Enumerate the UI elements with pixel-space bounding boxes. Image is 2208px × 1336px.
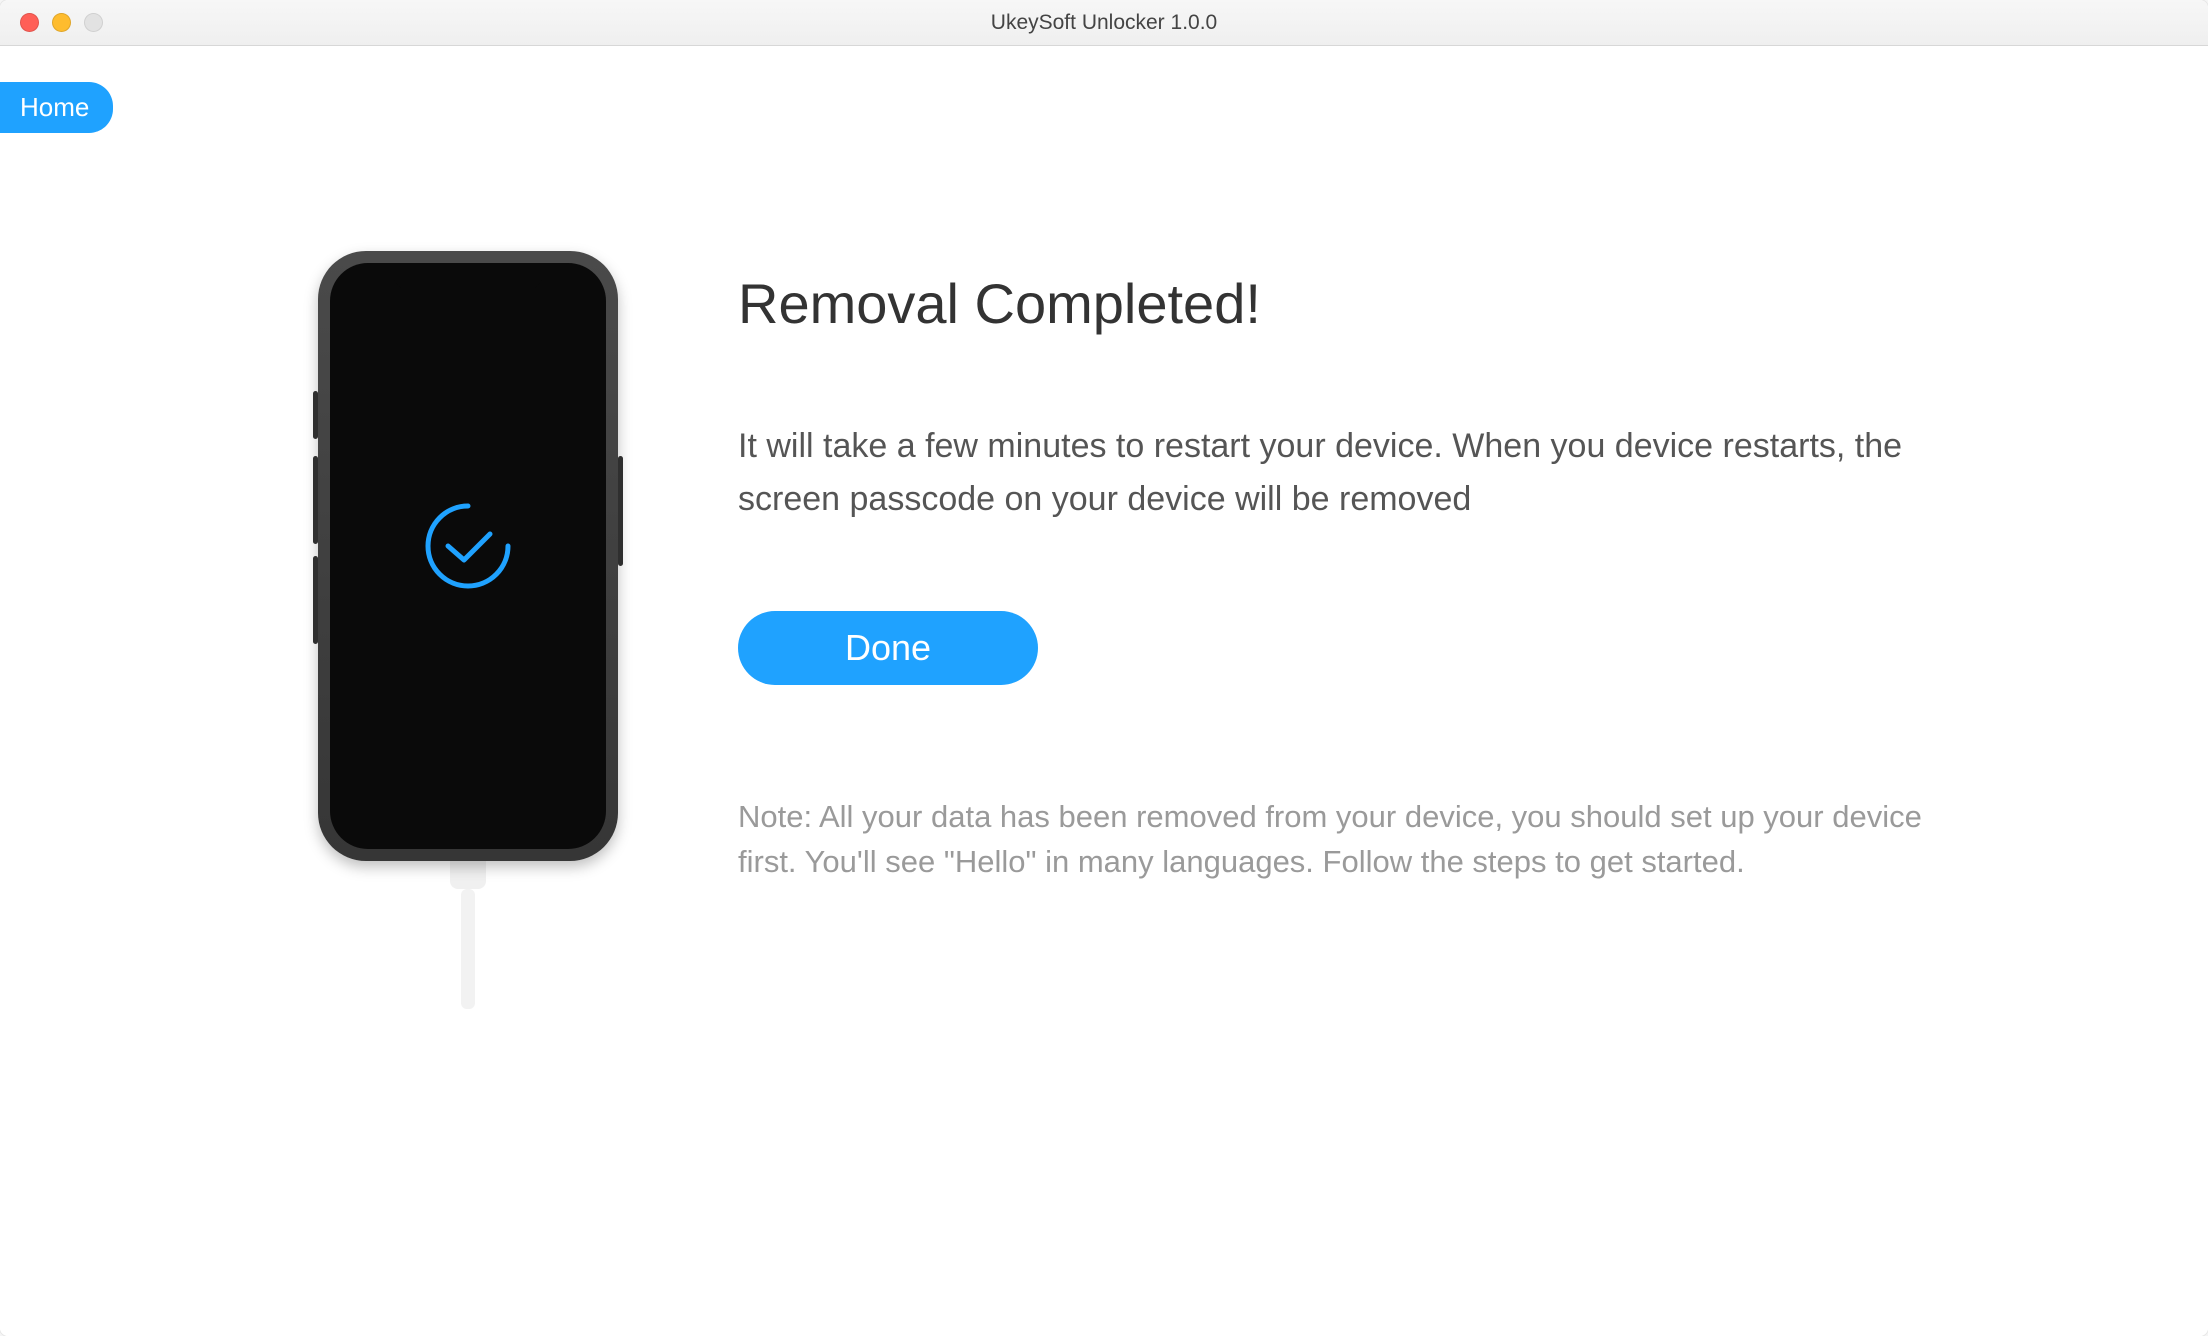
window-controls <box>0 13 103 32</box>
main-panel: Removal Completed! It will take a few mi… <box>0 46 2208 1009</box>
cable-wire-icon <box>461 889 475 1009</box>
body-text: It will take a few minutes to restart yo… <box>738 420 1938 525</box>
close-window-button[interactable] <box>20 13 39 32</box>
home-button[interactable]: Home <box>0 82 113 133</box>
page-title: Removal Completed! <box>738 271 1938 336</box>
content-area: Home Removal Completed! <box>0 46 2208 1336</box>
cable-connector-icon <box>450 857 486 889</box>
text-column: Removal Completed! It will take a few mi… <box>738 251 1938 1009</box>
maximize-window-button[interactable] <box>84 13 103 32</box>
device-illustration <box>318 251 618 1009</box>
phone-screen <box>330 263 606 849</box>
window-title: UkeySoft Unlocker 1.0.0 <box>991 11 1217 35</box>
phone-frame <box>318 251 618 861</box>
done-button[interactable]: Done <box>738 611 1038 685</box>
checkmark-circle-icon <box>418 496 518 596</box>
app-window: UkeySoft Unlocker 1.0.0 Home <box>0 0 2208 1336</box>
minimize-window-button[interactable] <box>52 13 71 32</box>
titlebar: UkeySoft Unlocker 1.0.0 <box>0 0 2208 46</box>
phone-notch <box>393 263 543 291</box>
note-text: Note: All your data has been removed fro… <box>738 795 1938 885</box>
